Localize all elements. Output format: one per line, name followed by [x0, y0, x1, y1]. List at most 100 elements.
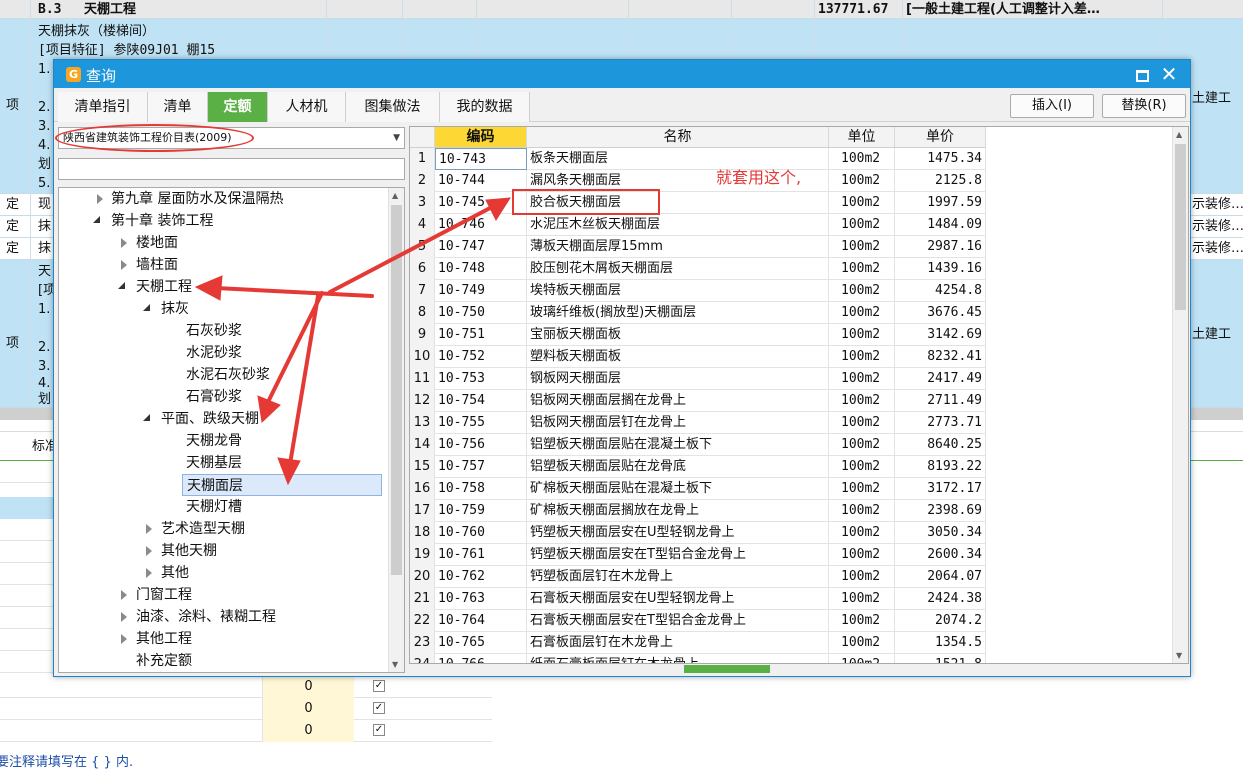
cell-price[interactable]: 1997.59: [895, 192, 986, 214]
expand-icon[interactable]: [121, 634, 127, 644]
table-row[interactable]: 9 10-751 宝丽板天棚面板 100m2 3142.69: [410, 324, 986, 346]
cell-rownum[interactable]: 21: [410, 588, 435, 610]
tree-scrollbar[interactable]: ▲ ▼: [388, 188, 404, 672]
collapse-icon[interactable]: [93, 216, 100, 223]
cell-price[interactable]: 1475.34: [895, 148, 986, 170]
expand-icon[interactable]: [97, 194, 103, 204]
cell-name[interactable]: 钙塑板天棚面层安在U型轻钢龙骨上: [527, 522, 829, 544]
cell-unit[interactable]: 100m2: [829, 258, 895, 280]
table-row[interactable]: 14 10-756 铝塑板天棚面层贴在混凝土板下 100m2 8640.25: [410, 434, 986, 456]
cell-code[interactable]: 10-756: [435, 434, 527, 456]
tab-list[interactable]: 清单: [148, 92, 208, 122]
cell-price[interactable]: 2987.16: [895, 236, 986, 258]
cell-rownum[interactable]: 4: [410, 214, 435, 236]
cell-name[interactable]: 钢板网天棚面层: [527, 368, 829, 390]
tree-node-ceiling-base[interactable]: 天棚基层: [186, 452, 242, 474]
cell-unit[interactable]: 100m2: [829, 566, 895, 588]
grid-header-code[interactable]: 编码: [435, 127, 527, 148]
search-input[interactable]: [58, 158, 405, 180]
cell-code[interactable]: 10-743: [435, 148, 527, 170]
cell-unit[interactable]: 100m2: [829, 148, 895, 170]
cell-name[interactable]: 矿棉板天棚面层贴在混凝土板下: [527, 478, 829, 500]
cell-rownum[interactable]: 11: [410, 368, 435, 390]
tree-node-paint[interactable]: 油漆、涂料、裱糊工程: [136, 606, 276, 628]
cell-code[interactable]: 10-759: [435, 500, 527, 522]
scroll-down-icon[interactable]: ▼: [1176, 651, 1182, 660]
cell-name[interactable]: 钙塑板面层钉在木龙骨上: [527, 566, 829, 588]
cell-price[interactable]: 3050.34: [895, 522, 986, 544]
tree-node-floor[interactable]: 楼地面: [136, 232, 178, 254]
tab-quota[interactable]: 定额: [208, 92, 268, 122]
cell-name[interactable]: 石膏板天棚面层安在U型轻钢龙骨上: [527, 588, 829, 610]
cell-code[interactable]: 10-752: [435, 346, 527, 368]
dialog-titlebar[interactable]: G 查询 ✕: [54, 60, 1190, 88]
tree-node-flat-ceiling[interactable]: 平面、跌级天棚: [161, 408, 259, 430]
cell-price[interactable]: 2125.8: [895, 170, 986, 192]
grid-header-unit[interactable]: 单位: [829, 127, 895, 148]
cell-name[interactable]: 埃特板天棚面层: [527, 280, 829, 302]
cell-price[interactable]: 1484.09: [895, 214, 986, 236]
cell-code[interactable]: 10-765: [435, 632, 527, 654]
cell-rownum[interactable]: 15: [410, 456, 435, 478]
tree-node-ceiling[interactable]: 天棚工程: [136, 276, 192, 298]
insert-button[interactable]: 插入(I): [1010, 94, 1094, 118]
maximize-icon[interactable]: [1134, 67, 1149, 82]
expand-icon[interactable]: [121, 238, 127, 248]
table-row[interactable]: 13 10-755 铝板网天棚面层钉在龙骨上 100m2 2773.71: [410, 412, 986, 434]
collapse-icon[interactable]: [143, 304, 150, 311]
tree-node-doors-windows[interactable]: 门窗工程: [136, 584, 192, 606]
cell-unit[interactable]: 100m2: [829, 346, 895, 368]
cell-price[interactable]: 2773.71: [895, 412, 986, 434]
expand-icon[interactable]: [121, 260, 127, 270]
cell-name[interactable]: 铝板网天棚面层钉在龙骨上: [527, 412, 829, 434]
cell-unit[interactable]: 100m2: [829, 632, 895, 654]
cell-rownum[interactable]: 3: [410, 192, 435, 214]
cell-price[interactable]: 3676.45: [895, 302, 986, 324]
cell-price[interactable]: 2074.2: [895, 610, 986, 632]
cell-unit[interactable]: 100m2: [829, 412, 895, 434]
cell-name[interactable]: 石膏板面层钉在木龙骨上: [527, 632, 829, 654]
table-row[interactable]: 15 10-757 铝塑板天棚面层贴在龙骨底 100m2 8193.22: [410, 456, 986, 478]
cell-code[interactable]: 10-748: [435, 258, 527, 280]
cell-rownum[interactable]: 22: [410, 610, 435, 632]
cell-rownum[interactable]: 2: [410, 170, 435, 192]
cell-code[interactable]: 10-755: [435, 412, 527, 434]
cell-rownum[interactable]: 10: [410, 346, 435, 368]
table-row[interactable]: 4 10-746 水泥压木丝板天棚面层 100m2 1484.09: [410, 214, 986, 236]
cell-unit[interactable]: 100m2: [829, 192, 895, 214]
grid-header-price[interactable]: 单价: [895, 127, 986, 148]
tab-list-guide[interactable]: 清单指引: [58, 92, 148, 122]
cell-unit[interactable]: 100m2: [829, 500, 895, 522]
cell-unit[interactable]: 100m2: [829, 390, 895, 412]
tab-my-data[interactable]: 我的数据: [440, 92, 530, 122]
cell-rownum[interactable]: 16: [410, 478, 435, 500]
tree-node-mixed-mortar[interactable]: 水泥石灰砂浆: [186, 364, 270, 386]
cell-name[interactable]: 纸面石膏板面层钉在木龙骨上: [527, 654, 829, 663]
cell-price[interactable]: 8640.25: [895, 434, 986, 456]
table-row[interactable]: 21 10-763 石膏板天棚面层安在U型轻钢龙骨上 100m2 2424.38: [410, 588, 986, 610]
replace-button[interactable]: 替换(R): [1102, 94, 1186, 118]
table-row[interactable]: 19 10-761 钙塑板天棚面层安在T型铝合金龙骨上 100m2 2600.34: [410, 544, 986, 566]
cell-name[interactable]: 石膏板天棚面层安在T型铝合金龙骨上: [527, 610, 829, 632]
grid-scrollbar[interactable]: ▲ ▼: [1172, 127, 1188, 663]
cell-code[interactable]: 10-757: [435, 456, 527, 478]
cell-price[interactable]: 1521.8: [895, 654, 986, 663]
cell-code[interactable]: 10-763: [435, 588, 527, 610]
cell-code[interactable]: 10-758: [435, 478, 527, 500]
cell-code[interactable]: 10-753: [435, 368, 527, 390]
cell-name[interactable]: 矿棉板天棚面层搁放在龙骨上: [527, 500, 829, 522]
cell-rownum[interactable]: 18: [410, 522, 435, 544]
expand-icon[interactable]: [146, 568, 152, 578]
cell-unit[interactable]: 100m2: [829, 368, 895, 390]
expand-icon[interactable]: [146, 546, 152, 556]
collapse-icon[interactable]: [118, 282, 125, 289]
table-row[interactable]: 18 10-760 钙塑板天棚面层安在U型轻钢龙骨上 100m2 3050.34: [410, 522, 986, 544]
cell-unit[interactable]: 100m2: [829, 214, 895, 236]
cell-rownum[interactable]: 6: [410, 258, 435, 280]
bg-checkbox[interactable]: ✓: [373, 680, 385, 692]
cell-name[interactable]: 铝板网天棚面层搁在龙骨上: [527, 390, 829, 412]
tree-node-plaster[interactable]: 抹灰: [161, 298, 189, 320]
tab-atlas-methods[interactable]: 图集做法: [346, 92, 440, 122]
table-row[interactable]: 5 10-747 薄板天棚面层厚15mm 100m2 2987.16: [410, 236, 986, 258]
cell-name[interactable]: 塑料板天棚面板: [527, 346, 829, 368]
